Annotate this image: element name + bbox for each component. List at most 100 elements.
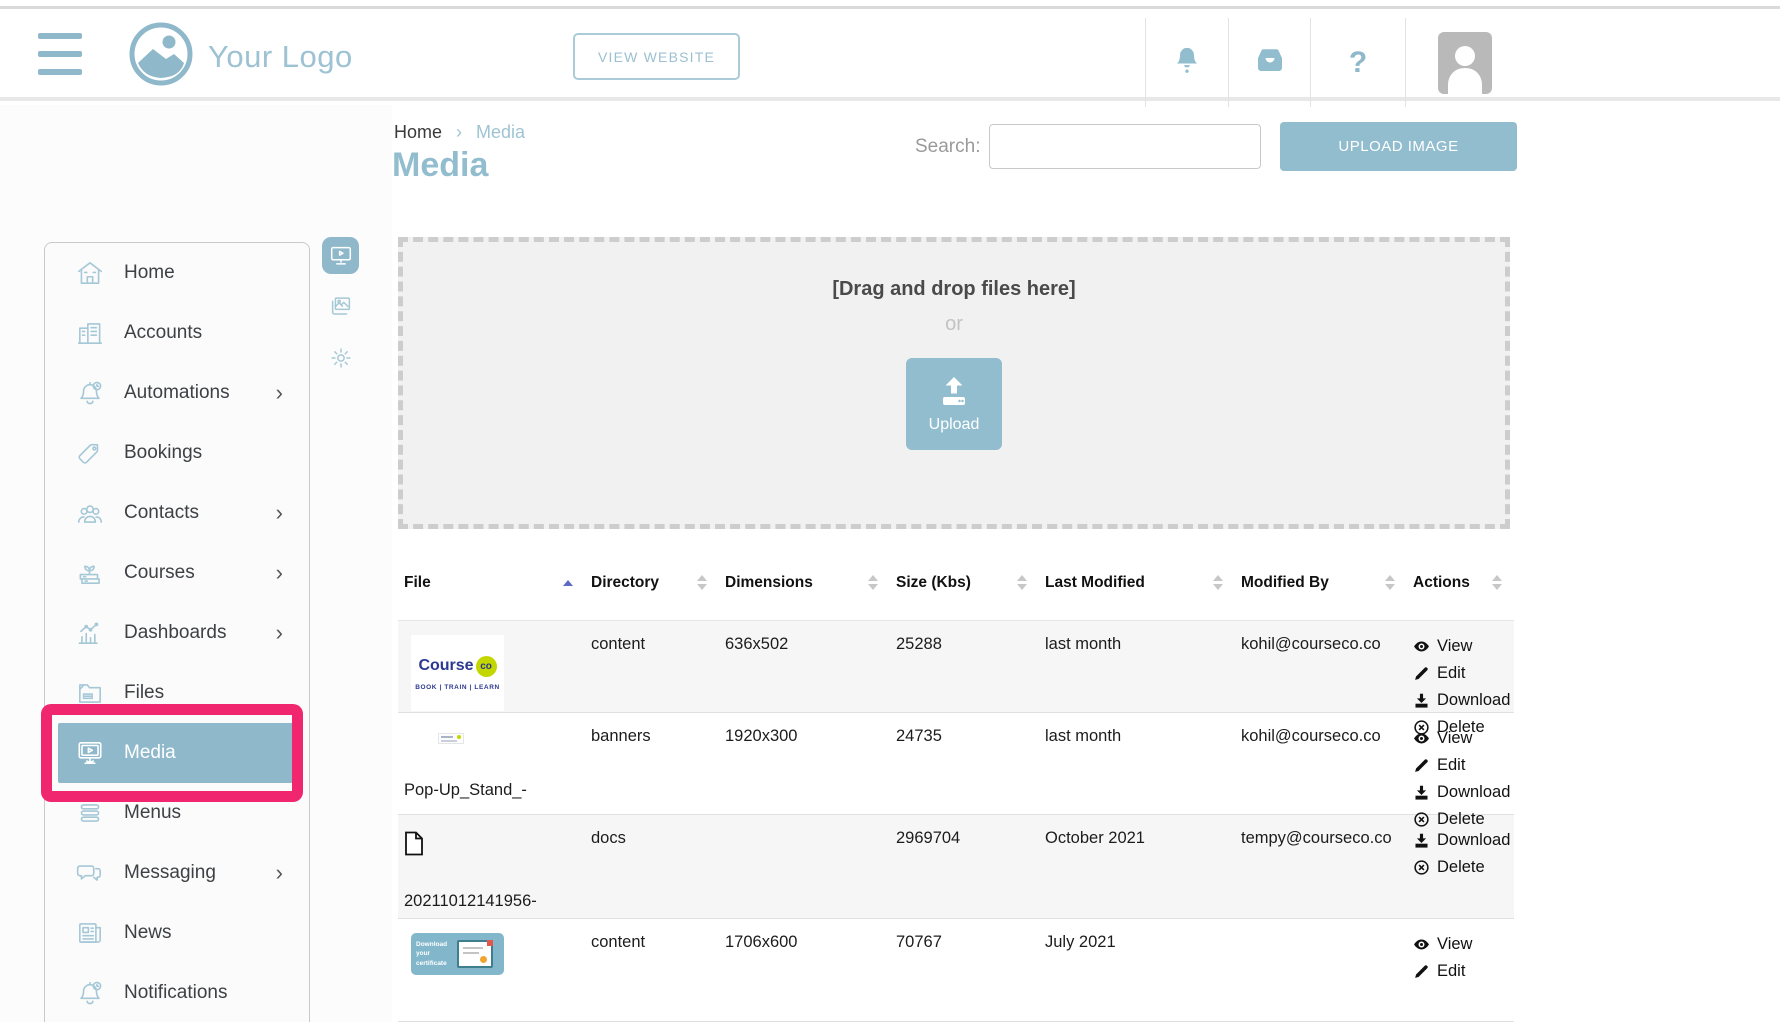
- sidebar-item-bookings[interactable]: Bookings: [45, 423, 309, 483]
- sidebar-item-contacts[interactable]: Contacts ›: [45, 483, 309, 543]
- edit-action[interactable]: Edit: [1413, 752, 1508, 779]
- dimensions-cell: [719, 815, 890, 918]
- left-zone: Home Accounts Automations › Bookings: [0, 105, 392, 1022]
- pencil-icon: [1413, 963, 1430, 980]
- drag-drop-zone[interactable]: [Drag and drop files here] or Upload: [398, 237, 1510, 529]
- media-table: File Directory Dimensions Size (Kbs) Las…: [398, 545, 1514, 1022]
- breadcrumb-home-link[interactable]: Home: [394, 122, 442, 143]
- sidebar-item-automations[interactable]: Automations ›: [45, 363, 309, 423]
- eye-icon: [1413, 936, 1430, 953]
- upload-image-button[interactable]: UPLOAD IMAGE: [1280, 122, 1517, 171]
- table-header-row: File Directory Dimensions Size (Kbs) Las…: [398, 545, 1514, 621]
- media-screen-icon: [75, 738, 105, 768]
- sort-asc-icon: [563, 580, 573, 586]
- table-row: Pop-Up_Stand_- banners 1920x300 24735 la…: [398, 713, 1514, 815]
- download-action[interactable]: Download: [1413, 779, 1508, 806]
- inbox-header-cell[interactable]: [1228, 18, 1310, 107]
- document-file-icon: [404, 831, 579, 861]
- help-header-cell[interactable]: ?: [1310, 18, 1405, 107]
- column-header-modified-by[interactable]: Modified By: [1235, 574, 1407, 592]
- files-folder-icon: [75, 678, 105, 708]
- tag-icon: [75, 438, 105, 468]
- logo-text: Your Logo: [208, 39, 353, 75]
- file-cell[interactable]: Download your certificate: [398, 919, 585, 1021]
- column-header-last-modified[interactable]: Last Modified: [1039, 574, 1235, 592]
- file-cell[interactable]: 20211012141956-: [398, 815, 585, 918]
- sidebar-item-courses[interactable]: Courses ›: [45, 543, 309, 603]
- upload-button[interactable]: Upload: [906, 358, 1002, 450]
- courses-books-icon: [75, 558, 105, 588]
- notifications-header-cell[interactable]: [1145, 18, 1228, 107]
- column-header-file[interactable]: File: [398, 574, 585, 592]
- dashboards-chart-icon: [75, 618, 105, 648]
- certificate-icon: [457, 940, 493, 968]
- delete-action[interactable]: Delete: [1413, 854, 1508, 881]
- breadcrumb: Home › Media: [394, 122, 525, 143]
- upload-button-label: Upload: [929, 416, 980, 434]
- sidebar: Home Accounts Automations › Bookings: [44, 242, 310, 1022]
- column-header-dimensions[interactable]: Dimensions: [719, 574, 890, 592]
- file-name: 20211012141956-: [404, 892, 579, 911]
- file-thumbnail-courseco: Courseco BOOK | TRAIN | LEARN: [411, 635, 504, 711]
- help-icon: ?: [1349, 46, 1367, 80]
- view-action[interactable]: View: [1413, 725, 1508, 752]
- sidebar-item-news[interactable]: News: [45, 903, 309, 963]
- chevron-right-icon: ›: [276, 622, 283, 644]
- sidebar-item-media[interactable]: Media: [58, 723, 296, 783]
- modified-by-cell: [1235, 919, 1407, 1021]
- table-row: Download your certificate content 1706x6…: [398, 919, 1514, 1022]
- column-header-actions[interactable]: Actions: [1407, 574, 1514, 592]
- edit-action[interactable]: Edit: [1413, 958, 1508, 985]
- image-library-toolbar-icon[interactable]: [322, 288, 359, 325]
- menus-list-icon: [75, 798, 105, 828]
- profile-header-cell[interactable]: [1405, 18, 1780, 107]
- sidebar-item-dashboards[interactable]: Dashboards ›: [45, 603, 309, 663]
- media-screen-toolbar-icon[interactable]: [322, 237, 359, 274]
- directory-cell: content: [585, 919, 719, 1021]
- automation-bell-icon: [75, 378, 105, 408]
- view-action[interactable]: View: [1413, 931, 1508, 958]
- top-bar: Your Logo VIEW WEBSITE ?: [0, 6, 1780, 101]
- accounts-icon: [75, 318, 105, 348]
- dimensions-cell: 1706x600: [719, 919, 890, 1021]
- sort-both-icon: [1385, 575, 1395, 590]
- logo[interactable]: Your Logo: [128, 21, 353, 92]
- sort-both-icon: [1213, 575, 1223, 590]
- file-thumbnail-certificate: Download your certificate: [411, 933, 504, 975]
- actions-cell: View Edit: [1407, 919, 1514, 1021]
- dropzone-headline: [Drag and drop files here]: [832, 278, 1075, 301]
- sort-both-icon: [868, 575, 878, 590]
- sidebar-item-notifications[interactable]: Notifications: [45, 963, 309, 1022]
- column-header-directory[interactable]: Directory: [585, 574, 719, 592]
- bell-icon: [1174, 46, 1200, 79]
- quick-toolbar: [322, 237, 359, 376]
- sort-both-icon: [1492, 575, 1502, 590]
- chevron-right-icon: ›: [276, 382, 283, 404]
- eye-icon: [1413, 638, 1430, 655]
- sidebar-item-messaging[interactable]: Messaging ›: [45, 843, 309, 903]
- pencil-icon: [1413, 665, 1430, 682]
- notifications-bell-icon: [75, 978, 105, 1008]
- pencil-icon: [1413, 757, 1430, 774]
- column-header-size[interactable]: Size (Kbs): [890, 574, 1039, 592]
- breadcrumb-separator-icon: ›: [456, 122, 462, 143]
- search-input[interactable]: [989, 124, 1261, 169]
- hamburger-menu-icon[interactable]: [38, 33, 82, 75]
- sidebar-item-accounts[interactable]: Accounts: [45, 303, 309, 363]
- sort-both-icon: [1017, 575, 1027, 590]
- download-action[interactable]: Download: [1413, 827, 1508, 854]
- view-website-button[interactable]: VIEW WEBSITE: [573, 33, 740, 80]
- settings-gear-toolbar-icon[interactable]: [322, 339, 359, 376]
- download-action[interactable]: Download: [1413, 687, 1508, 714]
- sidebar-item-files[interactable]: Files: [45, 663, 309, 723]
- search-area: Search:: [915, 124, 1261, 169]
- edit-action[interactable]: Edit: [1413, 660, 1508, 687]
- sidebar-item-menus[interactable]: Menus: [45, 783, 309, 843]
- table-row: Courseco BOOK | TRAIN | LEARN content 63…: [398, 621, 1514, 713]
- size-cell: 70767: [890, 919, 1039, 1021]
- view-action[interactable]: View: [1413, 633, 1508, 660]
- sidebar-item-home[interactable]: Home: [45, 243, 309, 303]
- avatar: [1438, 32, 1492, 94]
- download-icon: [1413, 692, 1430, 709]
- image-logo-icon: [128, 21, 194, 92]
